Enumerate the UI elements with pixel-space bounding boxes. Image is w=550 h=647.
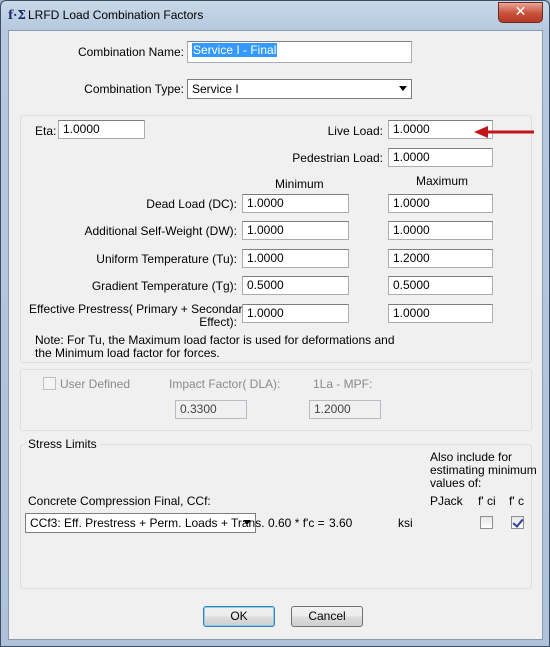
live-load-label: Live Load: <box>327 124 383 138</box>
ccf-unit: ksi <box>398 516 413 530</box>
fc-label: f' c <box>509 494 524 508</box>
chevron-down-icon <box>243 520 251 525</box>
combination-type-select[interactable]: Service I <box>187 79 412 99</box>
annotation-arrow-icon <box>474 126 534 138</box>
also-include-line3: values of: <box>430 476 482 490</box>
mpf-input[interactable]: 1.2000 <box>309 400 381 419</box>
self-weight-label: Additional Self-Weight (DW): <box>84 224 238 238</box>
prestress-label-line2: Effect): <box>199 315 237 329</box>
fci-label: f' ci <box>478 494 496 508</box>
combination-name-label: Combination Name: <box>77 45 184 59</box>
close-button[interactable]: ✕ <box>498 2 543 23</box>
window-title: LRFD Load Combination Factors <box>28 8 204 22</box>
user-defined-label: User Defined <box>60 377 131 391</box>
user-defined-checkbox[interactable] <box>43 377 56 390</box>
ccf-result: 3.60 <box>329 516 353 530</box>
prestress-max-input[interactable]: 1.0000 <box>388 304 493 323</box>
combination-type-value: Service I <box>192 82 239 96</box>
maximum-header: Maximum <box>416 174 469 188</box>
uniform-temp-label: Uniform Temperature (Tu): <box>96 252 237 266</box>
pedestrian-load-input[interactable]: 1.0000 <box>388 148 493 167</box>
dead-load-min-input[interactable]: 1.0000 <box>242 194 349 213</box>
dead-load-label: Dead Load (DC): <box>146 197 237 211</box>
gradient-temp-min-input[interactable]: 0.5000 <box>242 276 349 295</box>
combination-name-input[interactable]: Service I - Final <box>187 41 412 63</box>
ok-button[interactable]: OK <box>203 606 275 627</box>
prestress-min-input[interactable]: 1.0000 <box>242 304 349 323</box>
dead-load-max-input[interactable]: 1.0000 <box>388 194 493 213</box>
cancel-button[interactable]: Cancel <box>291 606 363 627</box>
ccf-select-value: CCf3: Eff. Prestress + Perm. Loads + Tra… <box>30 516 265 530</box>
eta-input[interactable]: 1.0000 <box>58 120 145 139</box>
fc-checkbox[interactable] <box>511 516 524 529</box>
uniform-temp-min-input[interactable]: 1.0000 <box>242 249 349 268</box>
prestress-label-line1: Effective Prestress( Primary + Secondary <box>29 302 249 316</box>
uniform-temp-max-input[interactable]: 1.2000 <box>388 249 493 268</box>
gradient-temp-max-input[interactable]: 0.5000 <box>388 276 493 295</box>
ccf-formula: 0.60 * f'c = <box>268 516 325 530</box>
chevron-down-icon <box>399 86 407 91</box>
eta-label: Eta: <box>35 124 57 138</box>
impact-factor-label: Impact Factor( DLA): <box>169 377 281 391</box>
dialog-client-area: Combination Name: Service I - Final Comb… <box>8 30 543 640</box>
self-weight-min-input[interactable]: 1.0000 <box>242 221 349 240</box>
also-include-line1: Also include for <box>430 450 513 464</box>
ccf-label: Concrete Compression Final, CCf: <box>28 494 211 508</box>
dialog-window: f·Σ LRFD Load Combination Factors ✕ Comb… <box>0 0 550 647</box>
self-weight-max-input[interactable]: 1.0000 <box>388 221 493 240</box>
mpf-label: 1La - MPF: <box>313 377 373 391</box>
combination-type-label: Combination Type: <box>84 82 184 96</box>
also-include-line2: estimating minimum <box>430 463 537 477</box>
gradient-temp-label: Gradient Temperature (Tg): <box>91 279 237 293</box>
note-line2: the Minimum load factor for forces. <box>35 346 220 360</box>
minimum-header: Minimum <box>275 177 324 191</box>
pjack-label: PJack <box>430 494 463 508</box>
stress-limits-title: Stress Limits <box>25 437 100 451</box>
fci-checkbox[interactable] <box>480 516 493 529</box>
fsigma-app-icon: f·Σ <box>8 8 26 22</box>
ccf-select[interactable]: CCf3: Eff. Prestress + Perm. Loads + Tra… <box>25 513 265 533</box>
note-line1: Note: For Tu, the Maximum load factor is… <box>35 333 395 347</box>
pedestrian-load-label: Pedestrian Load: <box>292 151 383 165</box>
impact-factor-input[interactable]: 0.3300 <box>175 400 247 419</box>
title-bar[interactable]: f·Σ LRFD Load Combination Factors ✕ <box>1 1 549 29</box>
